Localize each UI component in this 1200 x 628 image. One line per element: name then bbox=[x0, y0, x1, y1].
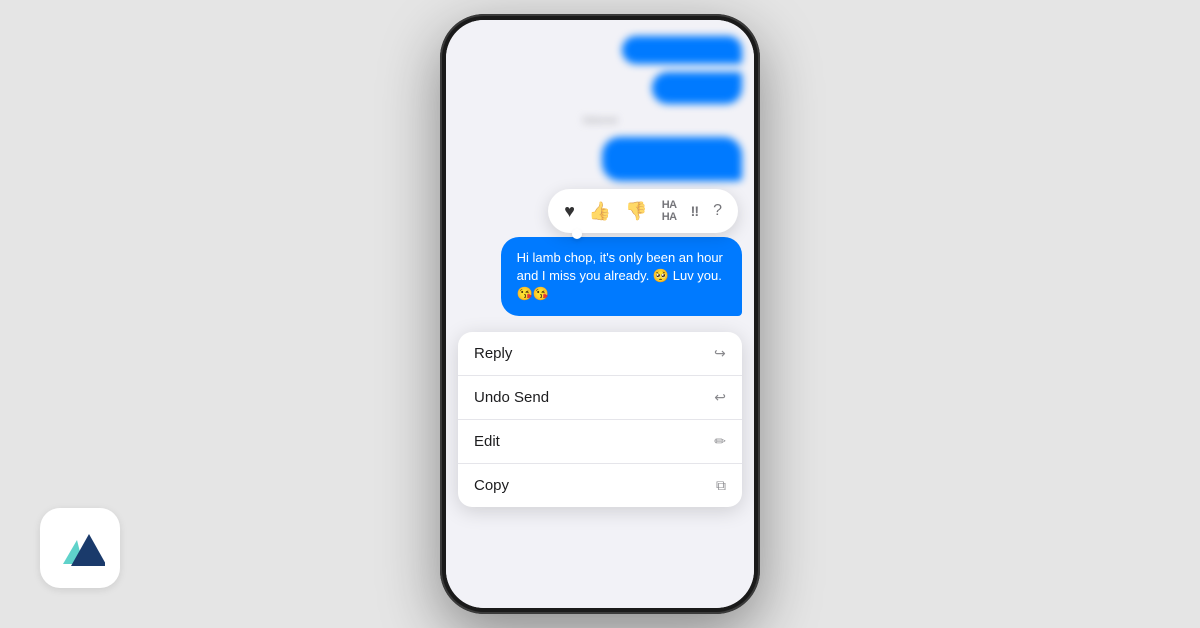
phone-screen: Delivered ♥ 👍 👎 HAHA ‼ ? Hi lamb ch bbox=[446, 20, 754, 608]
menu-item-undo-send[interactable]: Undo Send ↩ bbox=[458, 376, 742, 420]
logo-icon bbox=[55, 526, 105, 570]
menu-item-reply[interactable]: Reply ↩ bbox=[458, 332, 742, 376]
menu-undo-send-label: Undo Send bbox=[474, 389, 549, 406]
menu-item-copy[interactable]: Copy ⧉ bbox=[458, 464, 742, 507]
message-timestamp: Delivered bbox=[583, 116, 617, 125]
menu-copy-icon: ⧉ bbox=[716, 477, 726, 494]
blurred-bubble-2 bbox=[652, 72, 742, 104]
menu-edit-label: Edit bbox=[474, 433, 500, 450]
reaction-emphasis-icon[interactable]: ‼ bbox=[691, 203, 699, 219]
reaction-haha-icon[interactable]: HAHA bbox=[662, 199, 677, 223]
reaction-like-icon[interactable]: 👍 bbox=[589, 201, 611, 222]
reaction-question-icon[interactable]: ? bbox=[713, 202, 722, 220]
menu-item-edit[interactable]: Edit ✏ bbox=[458, 420, 742, 464]
context-menu: Reply ↩ Undo Send ↩ Edit ✏ Copy ⧉ bbox=[458, 332, 742, 507]
reaction-bar[interactable]: ♥ 👍 👎 HAHA ‼ ? bbox=[548, 189, 738, 233]
logo-container bbox=[40, 508, 120, 588]
menu-reply-label: Reply bbox=[474, 345, 512, 362]
blurred-bubble-1 bbox=[622, 36, 742, 64]
reaction-dislike-icon[interactable]: 👎 bbox=[625, 201, 647, 222]
reaction-heart-icon[interactable]: ♥ bbox=[564, 201, 575, 222]
active-message-text: Hi lamb chop, it's only been an hour and… bbox=[517, 250, 723, 301]
messages-area: Delivered ♥ 👍 👎 HAHA ‼ ? Hi lamb ch bbox=[446, 20, 754, 608]
menu-reply-icon: ↩ bbox=[714, 345, 726, 362]
menu-undo-icon: ↩ bbox=[714, 389, 726, 406]
blurred-messages: Delivered bbox=[458, 36, 742, 181]
menu-copy-label: Copy bbox=[474, 477, 509, 494]
menu-edit-icon: ✏ bbox=[714, 433, 726, 450]
blurred-bubble-3 bbox=[602, 137, 742, 181]
phone-frame: Delivered ♥ 👍 👎 HAHA ‼ ? Hi lamb ch bbox=[440, 14, 760, 614]
active-message-bubble: Hi lamb chop, it's only been an hour and… bbox=[501, 237, 742, 316]
